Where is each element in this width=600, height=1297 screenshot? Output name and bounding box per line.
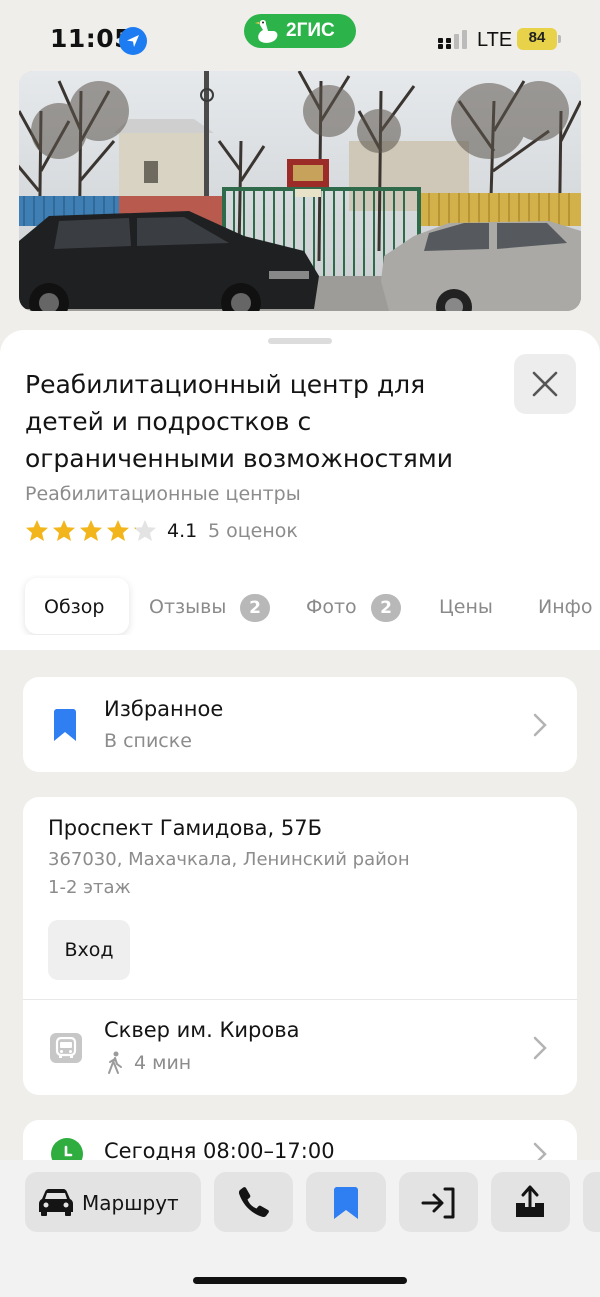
rating-stars <box>26 520 156 541</box>
star-icon <box>107 520 129 541</box>
walk-icon <box>108 1051 122 1074</box>
entrance-button[interactable]: Вход <box>48 920 130 980</box>
tab-badge: 2 <box>371 594 401 622</box>
transit-stop-name: Сквер им. Кирова <box>104 1018 300 1042</box>
goose-logo-icon <box>255 20 278 43</box>
network-type: LTE <box>477 29 513 51</box>
chevron-right-icon <box>533 1036 547 1060</box>
tab-label: Отзывы <box>149 596 227 618</box>
walk-time: 4 мин <box>134 1052 192 1074</box>
tab-photos[interactable]: Фото 2 <box>306 578 402 634</box>
divider <box>23 999 577 1000</box>
address-floor: 1-2 этаж <box>48 877 131 898</box>
battery-tip <box>558 35 561 43</box>
close-icon <box>532 371 558 397</box>
tab-reviews[interactable]: Отзывы 2 <box>149 578 273 634</box>
more-actions-button[interactable] <box>583 1172 600 1232</box>
location-arrow-icon <box>119 27 147 55</box>
rating-row[interactable]: 4.1 5 оценок <box>25 518 425 546</box>
tab-label: Обзор <box>44 596 105 618</box>
favorites-row[interactable]: Избранное В списке <box>23 677 577 772</box>
place-category: Реабилитационные центры <box>25 483 301 505</box>
tab-prices[interactable]: Цены <box>439 578 499 634</box>
tab-badge: 2 <box>240 594 270 622</box>
address-street[interactable]: Проспект Гамидова, 57Б <box>48 816 322 840</box>
address-details: 367030, Махачкала, Ленинский район <box>48 849 410 870</box>
tab-label: Фото <box>306 596 357 618</box>
rating-count[interactable]: 5 оценок <box>208 520 298 542</box>
bottom-action-bar: Маршрут <box>0 1160 600 1297</box>
call-button[interactable] <box>214 1172 293 1232</box>
favorites-subtitle: В списке <box>104 730 192 752</box>
favorites-title: Избранное <box>104 697 224 721</box>
star-empty-icon <box>134 520 156 541</box>
tab-label: Цены <box>439 596 493 618</box>
star-icon <box>26 520 48 541</box>
share-button[interactable] <box>491 1172 570 1232</box>
car-icon <box>39 1189 73 1216</box>
tab-info[interactable]: Инфо <box>538 578 600 634</box>
app-brand-label: 2ГИС <box>286 20 335 41</box>
enter-icon <box>421 1187 455 1219</box>
home-indicator[interactable] <box>193 1277 407 1284</box>
save-to-favorites-button[interactable] <box>306 1172 386 1232</box>
place-photo[interactable] <box>19 71 581 311</box>
entrance-navigation-button[interactable] <box>399 1172 478 1232</box>
battery-icon: 84 <box>517 28 557 50</box>
rating-value: 4.1 <box>167 520 198 542</box>
share-icon <box>516 1185 544 1217</box>
phone-icon <box>238 1187 269 1218</box>
tab-bar: Обзор Отзывы 2 Фото 2 Цены Инфо <box>0 575 600 635</box>
bookmark-icon <box>334 1187 358 1219</box>
route-button-label: Маршрут <box>82 1191 179 1215</box>
place-card-sheet: Реабилитационный центр для детей и подро… <box>0 330 600 650</box>
address-card: Проспект Гамидова, 57Б 367030, Махачкала… <box>23 797 577 1095</box>
bookmark-icon <box>54 709 76 741</box>
route-button[interactable]: Маршрут <box>25 1172 201 1232</box>
signal-strength-icon <box>438 30 467 49</box>
place-title: Реабилитационный центр для детей и подро… <box>25 370 453 473</box>
tab-label: Инфо <box>538 596 593 618</box>
sheet-grabber-handle[interactable] <box>268 338 332 344</box>
close-button[interactable] <box>514 354 576 414</box>
star-icon <box>80 520 102 541</box>
app-brand-badge[interactable]: 2ГИС <box>244 14 356 48</box>
tab-overview[interactable]: Обзор <box>25 578 129 634</box>
bus-icon <box>50 1033 82 1063</box>
star-icon <box>53 520 75 541</box>
chevron-right-icon <box>533 713 547 737</box>
battery-level: 84 <box>528 29 546 46</box>
status-bar: 11:05 2ГИС LTE 84 <box>0 0 600 72</box>
